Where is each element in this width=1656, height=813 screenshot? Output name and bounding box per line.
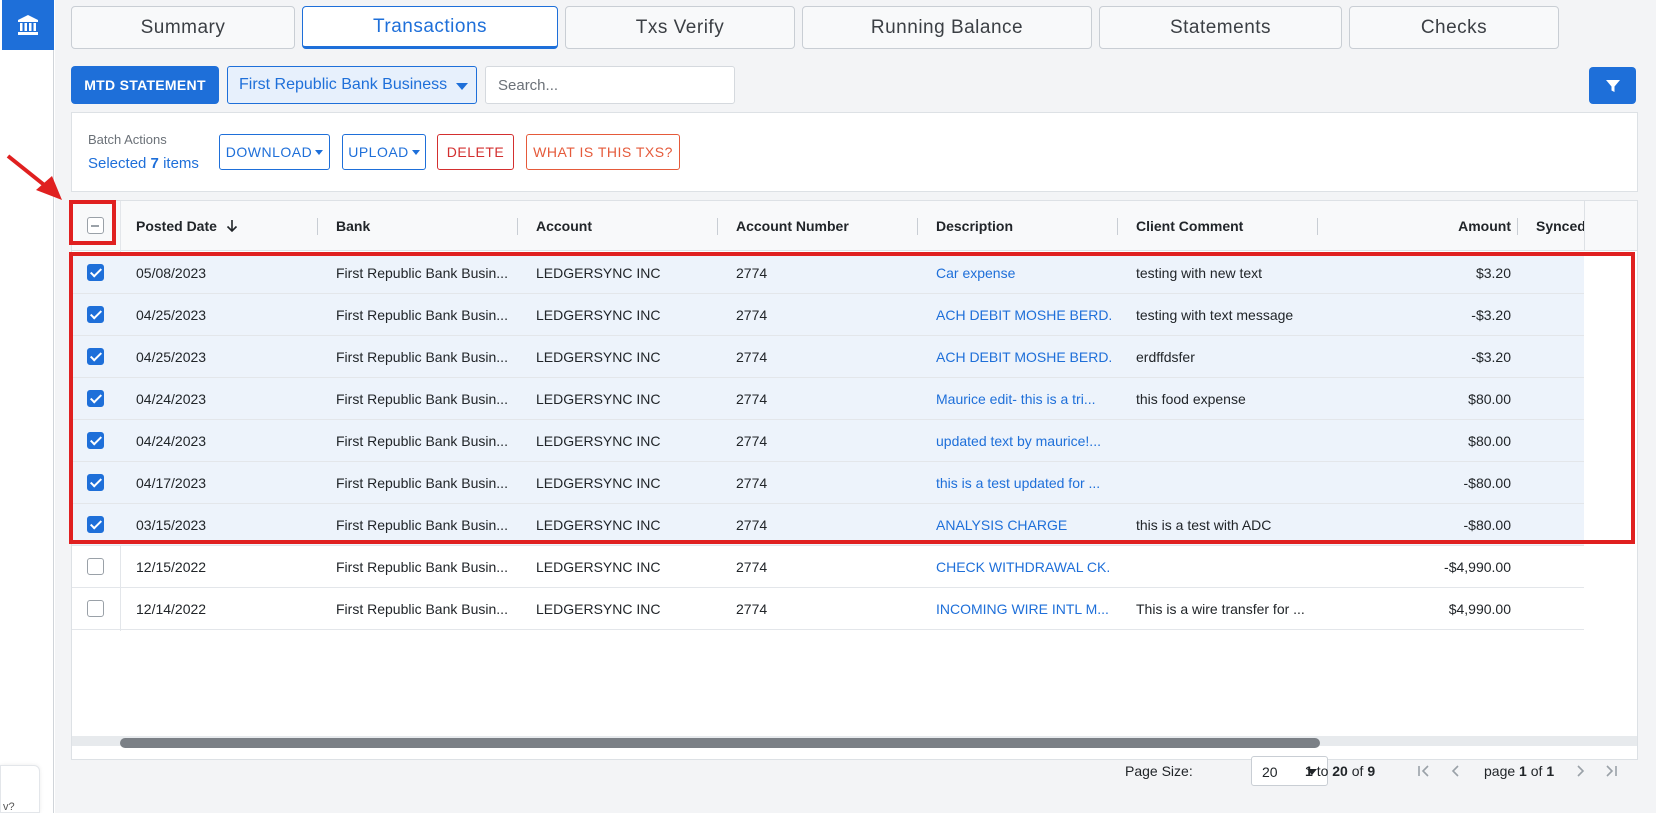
header-posted-date[interactable]: Posted Date: [136, 201, 306, 251]
grid-header: Posted Date Bank Account Account Number …: [72, 201, 1637, 251]
row-checkbox[interactable]: [87, 558, 104, 575]
range-from: 1: [1305, 763, 1313, 779]
search-input[interactable]: [485, 66, 735, 104]
bank-select[interactable]: First Republic Bank Business: [227, 66, 477, 104]
header-client-comment[interactable]: Client Comment: [1136, 201, 1306, 251]
tab-txs-verify[interactable]: Txs Verify: [565, 6, 795, 49]
cell-number: 2774: [736, 558, 768, 575]
selected-count-text: Selected 7 items: [88, 155, 199, 172]
row-checkbox[interactable]: [87, 600, 104, 617]
header-synced[interactable]: Synced I: [1536, 201, 1584, 251]
cell-amount: -$4,990.00: [1444, 558, 1511, 575]
upload-label: UPLOAD: [348, 144, 409, 160]
chevron-down-icon: [456, 83, 468, 90]
tab-summary[interactable]: Summary: [71, 6, 295, 49]
page-size-value: 20: [1262, 764, 1278, 780]
cell-bank: First Republic Bank Busin...: [336, 600, 508, 617]
download-label: DOWNLOAD: [225, 144, 313, 160]
cell-date: 12/14/2022: [136, 600, 207, 617]
header-posted-date-label: Posted Date: [136, 218, 217, 234]
column-separator[interactable]: [717, 218, 718, 235]
total-pages: 1: [1546, 763, 1555, 779]
header-amount[interactable]: Amount: [1336, 201, 1511, 251]
annotation-selected-rows-highlight: [69, 252, 1635, 544]
header-account[interactable]: Account: [536, 201, 706, 251]
annotation-arrow-icon: [6, 154, 62, 200]
page-word: page: [1484, 763, 1516, 779]
last-page-icon[interactable]: [1602, 762, 1620, 780]
bank-icon[interactable]: [2, 0, 54, 50]
cell-amount: $4,990.00: [1448, 600, 1511, 617]
page-of-word: of: [1530, 763, 1543, 779]
header-bank[interactable]: Bank: [336, 201, 506, 251]
first-page-icon[interactable]: [1415, 762, 1433, 780]
selected-count: 7: [150, 155, 159, 172]
batch-actions-panel: Batch Actions Selected 7 items DOWNLOAD …: [71, 112, 1638, 192]
header-account-number[interactable]: Account Number: [736, 201, 906, 251]
tab-statements[interactable]: Statements: [1099, 6, 1342, 49]
app-root: v? Summary Transactions Txs Verify Runni…: [0, 0, 1656, 813]
cell-description[interactable]: INCOMING WIRE INTL M...: [936, 588, 1111, 629]
table-row[interactable]: 12/14/2022 First Republic Bank Busin... LE…: [72, 588, 1584, 630]
cell-comment: This is a wire transfer for ...: [1136, 600, 1305, 617]
cell-account: LEDGERSYNC INC: [536, 558, 661, 575]
tab-running-balance[interactable]: Running Balance: [802, 6, 1092, 49]
column-separator[interactable]: [317, 218, 318, 235]
column-separator[interactable]: [1117, 218, 1118, 235]
range-to: 20: [1332, 763, 1348, 779]
cell-number: 2774: [736, 600, 768, 617]
caret-down-icon: [315, 149, 324, 155]
horizontal-scrollbar-thumb[interactable]: [120, 738, 1320, 748]
mtd-statement-button[interactable]: MTD STATEMENT: [71, 66, 219, 104]
range-to-word: to: [1316, 763, 1329, 779]
cell-description[interactable]: CHECK WITHDRAWAL CK...: [936, 546, 1111, 587]
range-of-word: of: [1351, 763, 1364, 779]
cell-account: LEDGERSYNC INC: [536, 600, 661, 617]
table-row[interactable]: 12/15/2022 First Republic Bank Busin... LE…: [72, 546, 1584, 588]
help-widget-text: v?: [3, 801, 15, 813]
bank-select-value: First Republic Bank Business: [239, 76, 448, 93]
filter-icon: [1605, 79, 1620, 92]
delete-button[interactable]: DELETE: [437, 134, 514, 170]
next-page-icon[interactable]: [1571, 762, 1589, 780]
grid-right-edge: [1584, 201, 1585, 251]
column-separator[interactable]: [917, 218, 918, 235]
left-rail: v?: [0, 0, 54, 813]
cell-date: 12/15/2022: [136, 558, 207, 575]
upload-button[interactable]: UPLOAD: [342, 134, 426, 170]
cell-bank: First Republic Bank Busin...: [336, 558, 508, 575]
filter-button[interactable]: [1589, 67, 1636, 104]
page-size-label: Page Size:: [1125, 763, 1193, 779]
selected-suffix: items: [163, 155, 199, 172]
column-separator[interactable]: [1517, 218, 1518, 235]
header-description[interactable]: Description: [936, 201, 1106, 251]
row-range-summary: 1 to 20 of 9: [1305, 763, 1375, 779]
range-total: 9: [1367, 763, 1376, 779]
what-is-this-txs-button[interactable]: WHAT IS THIS TXS?: [526, 134, 680, 170]
page-indicator: page 1 of 1: [1484, 763, 1554, 779]
tab-checks[interactable]: Checks: [1349, 6, 1559, 49]
batch-actions-label: Batch Actions: [88, 132, 167, 147]
cell-comment: [1136, 546, 1311, 587]
download-button[interactable]: DOWNLOAD: [219, 134, 330, 170]
column-separator[interactable]: [517, 218, 518, 235]
selected-prefix: Selected: [88, 155, 147, 172]
tab-transactions[interactable]: Transactions: [302, 6, 558, 49]
sort-arrow-down-icon: [226, 220, 237, 233]
column-separator[interactable]: [1317, 218, 1318, 235]
caret-down-icon: [411, 149, 420, 155]
previous-page-icon[interactable]: [1447, 762, 1465, 780]
current-page: 1: [1519, 763, 1527, 779]
help-widget[interactable]: v?: [0, 765, 40, 813]
